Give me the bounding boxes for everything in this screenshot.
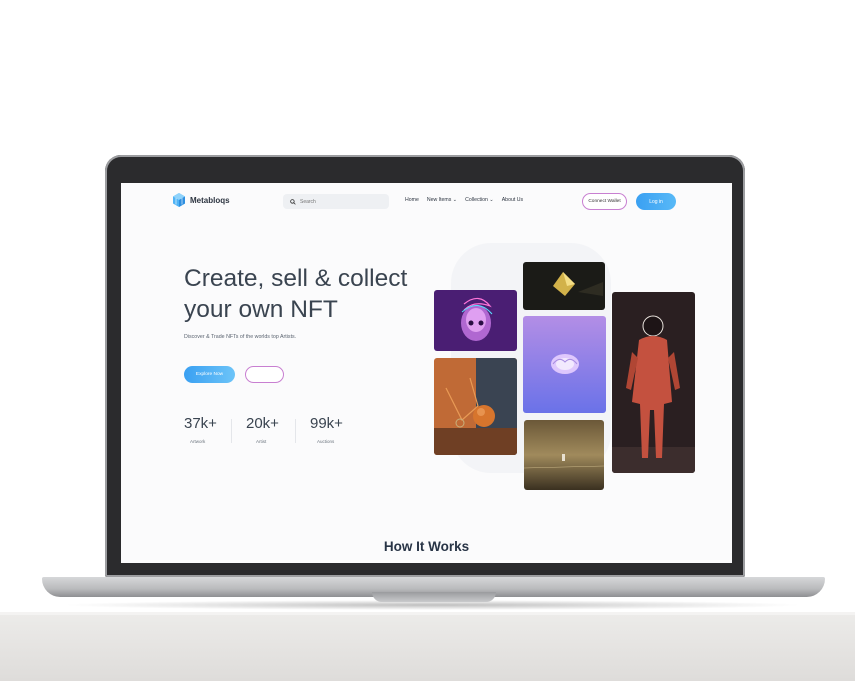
explore-now-button[interactable]: Explore Now [184,366,235,383]
nft-card-still-life[interactable] [434,358,517,455]
brand-logo[interactable]: Metabloqs [171,192,230,208]
nft-card-red-figure[interactable] [612,292,695,473]
sphere-art-icon [434,358,517,455]
stat-label: Artist [256,439,267,444]
landscape-art-icon [524,420,604,490]
nav-about-us[interactable]: About Us [502,197,523,203]
secondary-hero-button[interactable] [245,366,284,383]
hero-title-line2: your own NFT [184,296,338,323]
nft-card-golden-shape[interactable] [523,262,605,310]
login-button[interactable]: Log in [636,193,676,210]
stat-divider [231,419,232,443]
stat-label: Auctions [317,439,335,444]
search-icon [290,198,296,205]
stat-value: 99k+ [310,415,343,432]
nft-card-glowing-brain[interactable] [523,316,606,413]
nft-card-neon-skull[interactable] [434,290,517,351]
nft-card-desert-figure[interactable] [524,420,604,490]
nav-new-items[interactable]: New Items ⌄ [427,197,457,203]
hero-title-line1: Create, sell & collect [184,265,408,292]
brand-name: Metabloqs [190,195,230,205]
how-it-works-heading: How It Works [383,539,470,554]
stat-artist: 20k+ Artist [246,415,296,444]
hero-subtitle: Discover & Trade NFTs of the worlds top … [184,334,297,340]
stat-value: 37k+ [184,415,217,432]
search-input[interactable] [300,198,380,205]
golden-shape-art-icon [523,262,605,310]
nav-collection[interactable]: Collection ⌄ [465,197,494,203]
neon-skull-art-icon [434,290,517,351]
hero-title: Create, sell & collect your own NFT [184,263,444,325]
main-nav: Home New Items ⌄ Collection ⌄ About Us [405,197,523,203]
search-bar[interactable] [283,194,389,209]
brain-art-icon [523,316,606,413]
desk-surface [0,615,855,681]
laptop-notch [372,592,496,602]
stat-artwork: 37k+ Artwork [184,415,234,444]
nav-home[interactable]: Home [405,197,419,203]
cube-logo-icon [173,193,185,207]
figure-art-icon [612,292,695,473]
connect-wallet-button[interactable]: Connect Wallet [582,193,627,210]
stat-divider [295,419,296,443]
stat-value: 20k+ [246,415,279,432]
stat-label: Artwork [190,439,206,444]
laptop-screen: Metabloqs Home New Items ⌄ Collection ⌄ … [121,183,732,563]
stat-auctions: 99k+ Auctions [310,415,360,444]
